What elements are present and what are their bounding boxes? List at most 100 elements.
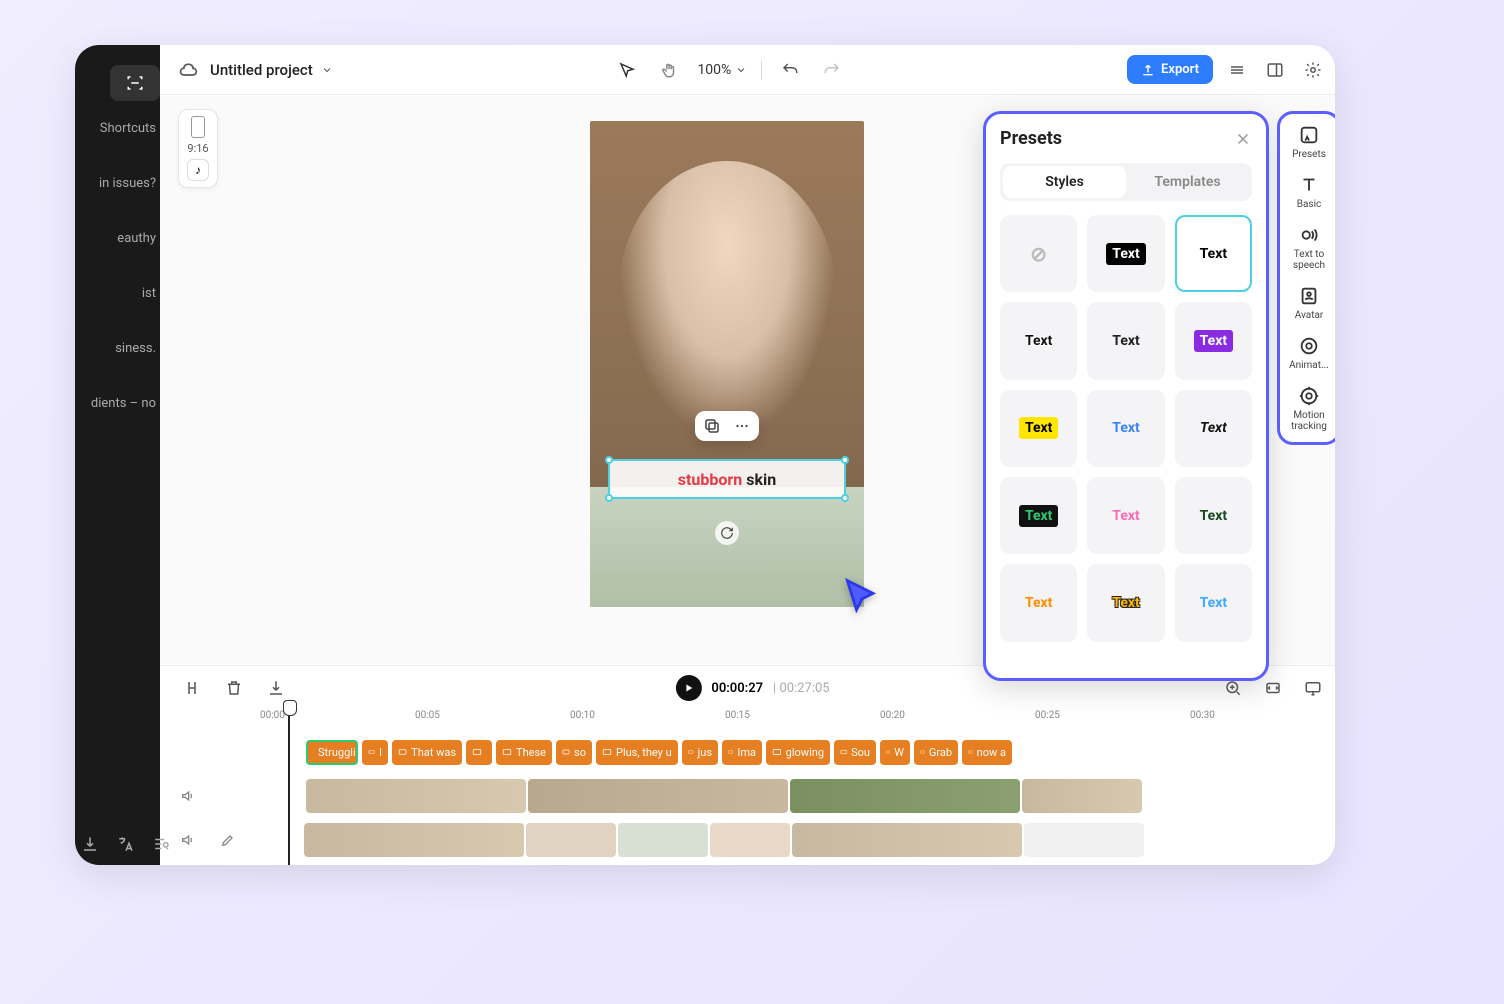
caption-clip[interactable]: jus bbox=[682, 740, 718, 765]
caption-clip[interactable]: W bbox=[880, 740, 910, 765]
video-clip[interactable] bbox=[790, 779, 1020, 813]
topbar: Untitled project 100% Export bbox=[160, 45, 1335, 95]
rail-presets[interactable]: Presets bbox=[1284, 124, 1334, 160]
resize-handle[interactable] bbox=[605, 494, 613, 502]
settings-icon[interactable] bbox=[1299, 56, 1327, 84]
preset-style-item[interactable]: Text bbox=[1000, 302, 1077, 379]
timeline-ruler[interactable]: 00:00 00:05 00:10 00:15 00:20 00:25 00:3… bbox=[160, 710, 1335, 732]
cloud-icon[interactable] bbox=[178, 60, 198, 80]
speaker-icon[interactable] bbox=[168, 832, 208, 848]
caption-clip[interactable]: Grab bbox=[914, 740, 958, 765]
download-timeline-icon[interactable] bbox=[262, 674, 290, 702]
caption-clip[interactable]: That was bbox=[392, 740, 462, 765]
resize-handle[interactable] bbox=[841, 456, 849, 464]
caption-clip[interactable]: Sou bbox=[834, 740, 876, 765]
edit-icon[interactable] bbox=[208, 832, 248, 848]
split-icon[interactable] bbox=[178, 674, 206, 702]
layers-icon[interactable] bbox=[1223, 56, 1251, 84]
play-button[interactable] bbox=[675, 675, 701, 701]
sidebar-partial-1: in issues? bbox=[75, 156, 160, 211]
playhead[interactable] bbox=[288, 708, 290, 865]
caption-selection-box[interactable]: stubborn skin bbox=[608, 459, 846, 499]
duplicate-icon[interactable] bbox=[703, 417, 721, 435]
caption-clip[interactable]: Struggli bbox=[306, 740, 358, 765]
caption-clip[interactable]: I bbox=[362, 740, 388, 765]
translate-icon[interactable] bbox=[117, 835, 135, 853]
redo-button[interactable] bbox=[818, 56, 846, 84]
export-button[interactable]: Export bbox=[1127, 55, 1213, 84]
rail-animation[interactable]: Animat... bbox=[1284, 335, 1334, 371]
video-clip[interactable] bbox=[792, 823, 1022, 857]
caption-text: stubborn skin bbox=[678, 470, 776, 489]
preset-style-item[interactable]: Text bbox=[1087, 215, 1164, 292]
scan-button[interactable] bbox=[110, 65, 160, 101]
preset-style-item[interactable]: Text bbox=[1000, 564, 1077, 641]
caption-clip[interactable] bbox=[466, 740, 492, 765]
preset-style-item[interactable]: Text bbox=[1175, 564, 1252, 641]
preset-style-item[interactable]: Text bbox=[1087, 390, 1164, 467]
pointer-tool[interactable] bbox=[613, 56, 641, 84]
divider bbox=[761, 60, 762, 80]
video-clip[interactable] bbox=[306, 779, 526, 813]
hand-tool[interactable] bbox=[655, 56, 683, 84]
tab-templates[interactable]: Templates bbox=[1126, 166, 1249, 198]
video-track-1 bbox=[168, 776, 1335, 816]
caption-clip[interactable]: now a bbox=[962, 740, 1012, 765]
panels-icon[interactable] bbox=[1261, 56, 1289, 84]
video-clip[interactable] bbox=[1022, 779, 1142, 813]
video-clip[interactable] bbox=[618, 823, 708, 857]
preview-floating-toolbar bbox=[695, 411, 759, 441]
preset-style-item[interactable]: Text bbox=[1175, 390, 1252, 467]
video-clip[interactable] bbox=[710, 823, 790, 857]
rail-motion-tracking[interactable]: Motion tracking bbox=[1284, 385, 1334, 432]
fit-icon[interactable] bbox=[1259, 674, 1287, 702]
download-icon[interactable] bbox=[81, 835, 99, 853]
video-clip[interactable] bbox=[526, 823, 616, 857]
preset-style-item[interactable]: Text bbox=[1000, 390, 1077, 467]
cursor-illustration bbox=[840, 575, 884, 619]
main-area: Untitled project 100% Export bbox=[160, 45, 1335, 865]
refresh-icon[interactable] bbox=[715, 521, 739, 545]
monitor-icon[interactable] bbox=[1299, 674, 1327, 702]
preset-style-item[interactable]: Text bbox=[1175, 477, 1252, 554]
trash-icon[interactable] bbox=[220, 674, 248, 702]
preset-style-item[interactable]: Text bbox=[1175, 302, 1252, 379]
rail-basic[interactable]: Basic bbox=[1284, 174, 1334, 210]
zoom-select[interactable]: 100% bbox=[697, 62, 747, 78]
app-window: Shortcuts in issues? eauthy ist siness. … bbox=[75, 45, 1335, 865]
preset-style-item[interactable]: Text bbox=[1087, 564, 1164, 641]
rail-tts[interactable]: Text to speech bbox=[1284, 224, 1334, 271]
caption-clip[interactable]: Ima bbox=[722, 740, 762, 765]
caption-clip[interactable]: glowing bbox=[766, 740, 830, 765]
project-title[interactable]: Untitled project bbox=[210, 61, 333, 79]
canvas-area: 9:16 ♪ stubborn skin bbox=[160, 95, 1335, 665]
preset-style-item[interactable]: ⊘ bbox=[1000, 215, 1077, 292]
caption-clip[interactable]: These bbox=[496, 740, 552, 765]
speaker-icon[interactable] bbox=[168, 788, 208, 804]
preview-bottles bbox=[590, 487, 864, 607]
preset-style-item[interactable]: Text bbox=[1087, 477, 1164, 554]
zoom-timeline-icon[interactable] bbox=[1219, 674, 1247, 702]
resize-handle[interactable] bbox=[605, 456, 613, 464]
preset-style-item[interactable]: Text bbox=[1087, 302, 1164, 379]
more-icon[interactable] bbox=[733, 417, 751, 435]
caption-clip[interactable]: Plus, they u bbox=[596, 740, 678, 765]
tab-styles[interactable]: Styles bbox=[1003, 166, 1126, 198]
video-clip[interactable] bbox=[1024, 823, 1144, 857]
video-preview[interactable]: stubborn skin bbox=[590, 121, 864, 607]
undo-button[interactable] bbox=[776, 56, 804, 84]
caption-clip[interactable]: so bbox=[556, 740, 592, 765]
preset-style-item[interactable]: Text bbox=[1000, 477, 1077, 554]
right-rail: Presets Basic Text to speech Avatar Anim… bbox=[1277, 111, 1335, 445]
close-icon[interactable] bbox=[1234, 130, 1252, 148]
aspect-rect-icon bbox=[191, 116, 205, 138]
aspect-ratio-chip[interactable]: 9:16 ♪ bbox=[178, 109, 218, 188]
duration-time: | 00:27:05 bbox=[773, 681, 830, 696]
timeline: 00:00:27 | 00:27:05 00:00 00:05 00:10 00… bbox=[160, 665, 1335, 865]
preset-style-item[interactable]: Text bbox=[1175, 215, 1252, 292]
resize-handle[interactable] bbox=[841, 494, 849, 502]
video-clip[interactable] bbox=[304, 823, 524, 857]
video-clip[interactable] bbox=[528, 779, 788, 813]
current-time: 00:00:27 bbox=[711, 681, 763, 696]
rail-avatar[interactable]: Avatar bbox=[1284, 285, 1334, 321]
